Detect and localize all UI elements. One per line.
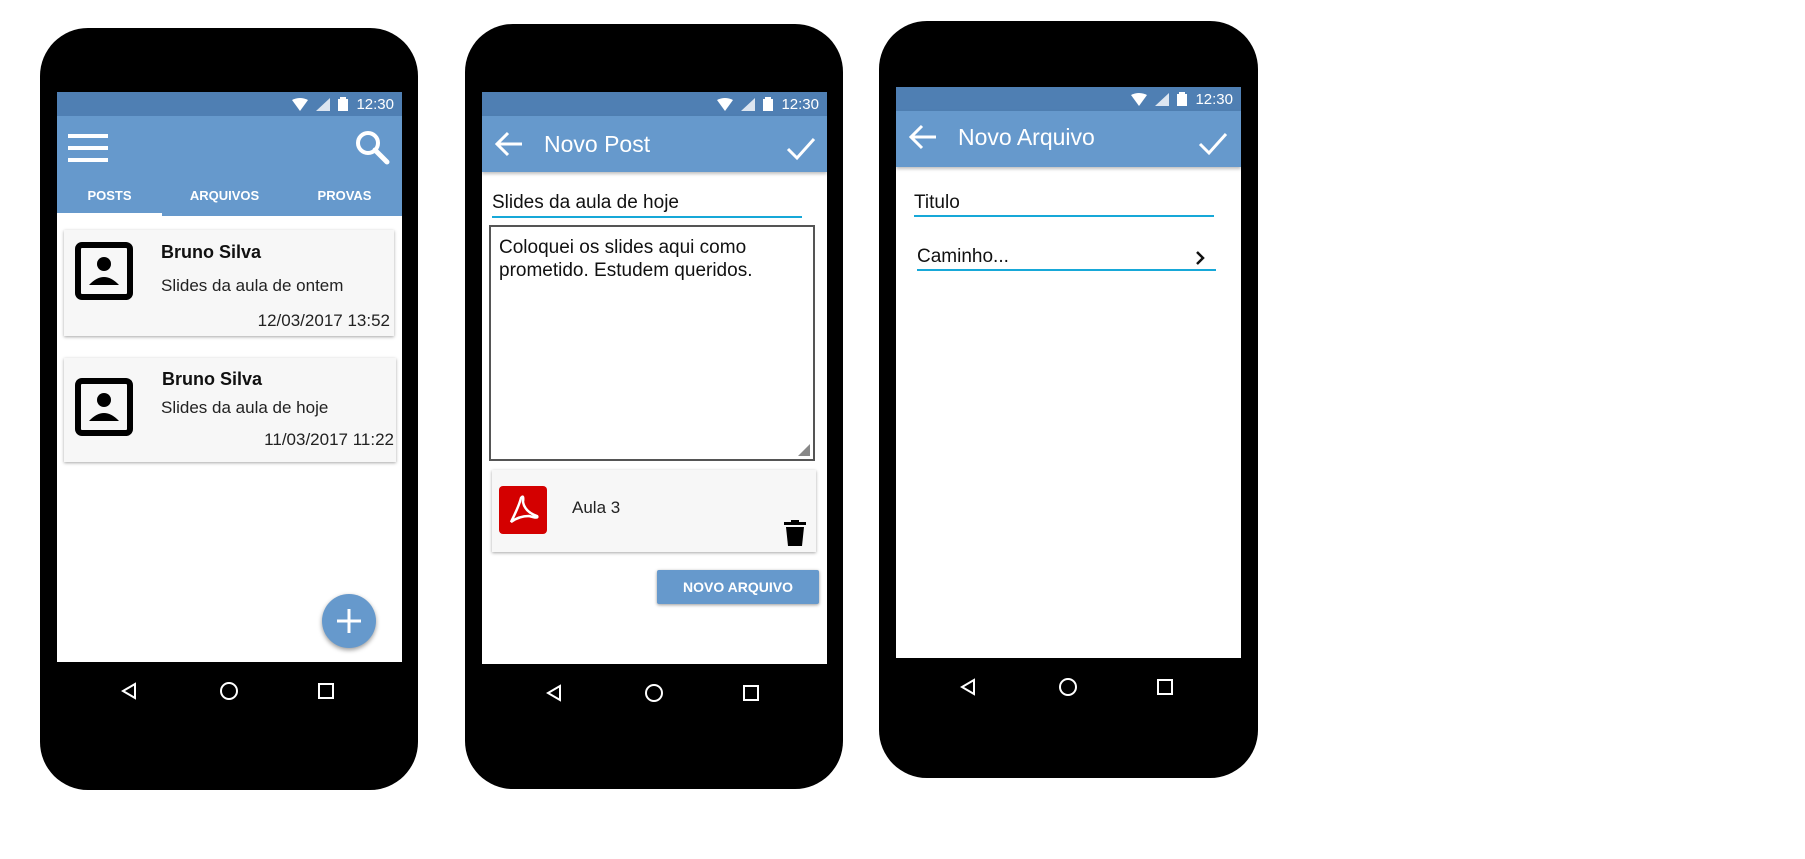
caminho-label: Caminho... [917,246,1009,267]
page-title: Novo Arquivo [958,124,1095,150]
avatar-icon [75,378,133,436]
wifi-icon [1131,92,1148,106]
post-title-field[interactable]: Slides da aula de hoje [492,192,802,218]
post-author: Bruno Silva [162,369,263,389]
recents-nav-icon[interactable] [1150,672,1180,702]
tab-arquivos-label: ARQUIVOS [189,188,260,203]
back-nav-icon[interactable] [539,678,569,708]
recents-nav-icon[interactable] [736,678,766,708]
back-nav-icon[interactable] [114,676,144,706]
attachment-name: Aula 3 [572,498,621,517]
back-arrow-icon[interactable] [494,129,524,159]
battery-icon [763,97,774,111]
check-icon[interactable] [785,132,817,164]
wifi-icon [292,97,309,111]
status-time: 12:30 [1195,90,1233,108]
tab-bar: POSTS ARQUIVOS PROVAS [57,178,402,216]
home-nav-icon[interactable] [639,678,669,708]
signal-icon [1155,92,1170,106]
status-bar: 12:30 [896,87,1241,111]
tab-provas[interactable]: PROVAS [287,178,402,216]
post-title: Slides da aula de hoje [161,398,329,417]
battery-icon [1177,92,1188,106]
phone-frame-3: 12:30 Novo Arquivo Titulo Caminho... [879,21,1258,778]
phone-frame-1: 12:30 POSTS ARQUIVOS PROVAS Bruno Silva … [40,28,418,790]
app-bar: Novo Post [482,116,827,172]
page-title: Novo Post [544,131,651,157]
post-date: 11/03/2017 11:22 [264,430,394,449]
post-body-text: Coloquei os slides aqui como prometido. … [499,237,753,281]
screen-posts: 12:30 POSTS ARQUIVOS PROVAS Bruno Silva … [57,92,402,662]
caminho-field[interactable]: Caminho... [917,246,1216,271]
status-time: 12:30 [356,95,394,113]
tab-provas-label: PROVAS [317,188,372,203]
app-bar: Novo Arquivo [896,111,1241,167]
status-bar: 12:30 [57,92,402,116]
tab-posts-label: POSTS [87,188,132,203]
avatar-icon [75,242,133,300]
recents-nav-icon[interactable] [311,676,341,706]
attachment-card[interactable]: Aula 3 [492,470,816,552]
post-date: 12/03/2017 13:52 [257,311,390,330]
system-nav-bar [465,664,843,724]
back-arrow-icon[interactable] [908,122,938,152]
add-post-fab[interactable] [322,594,376,648]
plus-icon [337,609,361,633]
home-nav-icon[interactable] [214,676,244,706]
app-bar: POSTS ARQUIVOS PROVAS [57,116,402,216]
trash-icon[interactable] [784,520,806,546]
post-card[interactable]: Bruno Silva Slides da aula de hoje 11/03… [64,358,396,462]
phone-frame-2: 12:30 Novo Post Slides da aula de hoje C… [465,24,843,789]
chevron-right-icon [1196,251,1205,265]
novo-arquivo-label: NOVO ARQUIVO [683,579,793,595]
check-icon[interactable] [1197,127,1229,159]
search-icon[interactable] [354,129,390,165]
post-card[interactable]: Bruno Silva Slides da aula de ontem 12/0… [64,230,394,336]
battery-icon [338,97,349,111]
pdf-icon [499,486,547,534]
signal-icon [741,97,756,111]
tab-posts[interactable]: POSTS [57,178,162,216]
titulo-field[interactable]: Titulo [914,192,1214,217]
menu-icon[interactable] [68,132,108,162]
status-time: 12:30 [781,95,819,113]
back-nav-icon[interactable] [953,672,983,702]
post-body-textarea[interactable]: Coloquei os slides aqui como prometido. … [489,225,815,461]
system-nav-bar [40,662,418,722]
system-nav-bar [879,658,1258,718]
post-author: Bruno Silva [161,242,262,262]
status-bar: 12:30 [482,92,827,116]
wifi-icon [717,97,734,111]
signal-icon [316,97,331,111]
home-nav-icon[interactable] [1053,672,1083,702]
screen-novo-arquivo: 12:30 Novo Arquivo Titulo Caminho... [896,87,1241,658]
resize-handle-icon[interactable] [798,444,810,456]
tab-arquivos[interactable]: ARQUIVOS [162,178,287,216]
post-title: Slides da aula de ontem [161,276,344,295]
novo-arquivo-button[interactable]: NOVO ARQUIVO [657,570,819,604]
screen-novo-post: 12:30 Novo Post Slides da aula de hoje C… [482,92,827,664]
